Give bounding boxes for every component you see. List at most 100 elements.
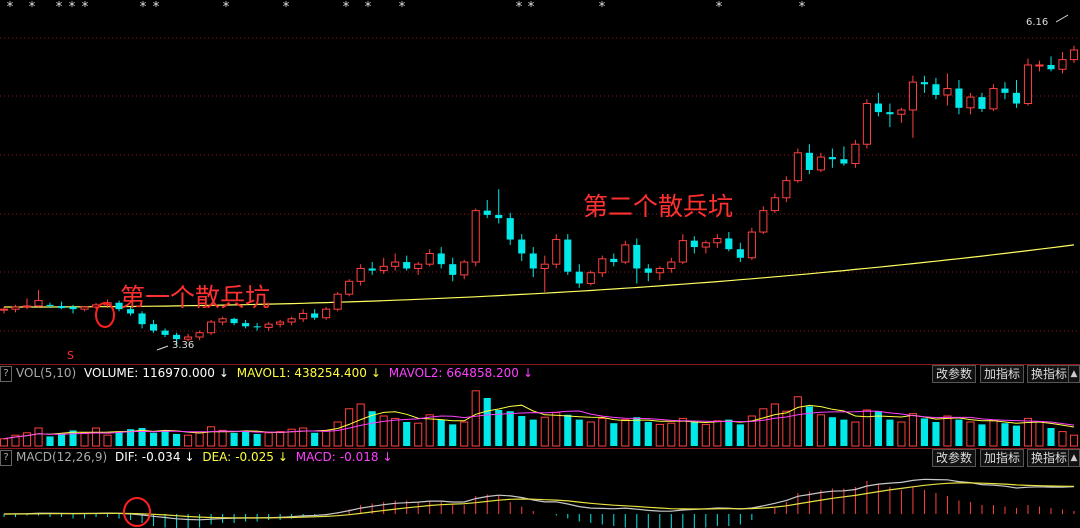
volume-bar xyxy=(218,429,227,447)
candle-body xyxy=(403,262,411,269)
high-price-label: 6.16 xyxy=(1026,17,1049,28)
macd-scroll-arrow-icon[interactable]: ▲ xyxy=(1068,449,1080,467)
candle-body xyxy=(713,237,722,244)
candle-body xyxy=(667,261,676,269)
volume-bar xyxy=(506,411,514,446)
candle-body xyxy=(770,197,779,212)
volume-bar xyxy=(1035,421,1044,447)
volume-bar xyxy=(529,419,537,446)
volume-bar xyxy=(471,390,480,447)
candle-body xyxy=(449,264,457,275)
candle-body xyxy=(759,210,768,233)
candle-body xyxy=(287,318,296,323)
candle-body xyxy=(564,239,572,272)
candle-body xyxy=(1047,64,1055,70)
macd-indicator-name[interactable]: MACD(12,26,9) xyxy=(16,450,107,464)
event-star-marker: * xyxy=(716,0,723,15)
volume-bar xyxy=(322,429,331,447)
candle-body xyxy=(184,336,193,340)
volume-bar xyxy=(103,434,112,447)
vol-switch-indicator-button[interactable]: 换指标 xyxy=(1027,365,1072,383)
volume-bar xyxy=(621,419,630,447)
annotation-second-pit: 第二个散兵坑 xyxy=(583,192,734,221)
candle-body xyxy=(11,306,20,310)
help-icon[interactable]: ? xyxy=(0,449,12,466)
event-star-marker: * xyxy=(69,0,76,15)
high-arrow-icon xyxy=(1055,14,1069,23)
candle-body xyxy=(1023,64,1033,105)
candle-body xyxy=(840,159,848,164)
candle-body xyxy=(920,82,928,85)
vol-edit-params-button[interactable]: 改参数 xyxy=(932,365,977,383)
volume-bar xyxy=(173,434,181,446)
vol-indicator-name[interactable]: VOL(5,10) xyxy=(16,366,76,380)
candle-body xyxy=(80,306,89,310)
mavol1-down-icon: ↓ xyxy=(370,366,381,380)
event-star-marker: * xyxy=(153,0,160,15)
macd-value: -0.018 xyxy=(339,450,379,464)
candle-body xyxy=(218,318,227,323)
volume-bar xyxy=(483,398,491,446)
candle-body xyxy=(633,244,641,269)
volume-bar xyxy=(91,427,101,447)
macd-switch-indicator-button[interactable]: 换指标 xyxy=(1027,449,1072,467)
volume-value: 116970.000 xyxy=(142,366,215,380)
event-star-marker: * xyxy=(343,0,350,15)
volume-bar xyxy=(80,432,89,447)
volume-bar xyxy=(725,419,733,446)
macd-add-indicator-button[interactable]: 加指标 xyxy=(980,449,1025,467)
macd-pane[interactable]: ? MACD(12,26,9) DIF: -0.034 ↓ DEA: -0.025 ↓ M… xyxy=(0,448,1080,528)
event-star-marker: * xyxy=(283,0,290,15)
candle-body xyxy=(299,312,308,320)
vol-add-indicator-button[interactable]: 加指标 xyxy=(980,365,1025,383)
volume-pane[interactable]: ? VOL(5,10) VOLUME: 116970.000 ↓ MAVOL1: 438… xyxy=(0,364,1080,448)
candle-body xyxy=(816,156,825,171)
volume-bar xyxy=(886,419,894,446)
volume-bar xyxy=(311,432,319,446)
candle-body xyxy=(322,308,331,319)
event-star-marker: * xyxy=(599,0,606,15)
volume-bar xyxy=(655,423,664,447)
volume-bar xyxy=(276,431,285,447)
signal-s-marker: S xyxy=(67,349,74,362)
candle-body xyxy=(621,244,630,263)
candle-body xyxy=(610,258,618,263)
volume-bar xyxy=(184,434,193,447)
candle-body xyxy=(138,313,146,325)
volume-bar xyxy=(414,422,423,447)
candle-body xyxy=(414,263,423,269)
candle-body xyxy=(34,300,43,307)
candle-body xyxy=(483,210,491,215)
candle-body xyxy=(701,242,710,248)
volume-bar xyxy=(230,432,238,446)
candle-body xyxy=(207,321,216,334)
volume-bar xyxy=(678,417,687,447)
volume-bar xyxy=(770,403,779,447)
low-arrow-icon xyxy=(156,345,169,351)
event-star-marker: * xyxy=(7,0,14,15)
volume-bar xyxy=(908,413,917,447)
help-icon[interactable]: ? xyxy=(0,365,12,382)
vol-scroll-arrow-icon[interactable]: ▲ xyxy=(1068,365,1080,383)
candle-body xyxy=(552,239,561,265)
volume-bar xyxy=(955,419,963,446)
volume-bar xyxy=(195,432,204,447)
candle-body xyxy=(437,253,445,265)
candle-body xyxy=(540,263,549,269)
candle-body xyxy=(1058,59,1067,70)
volume-bar xyxy=(920,418,928,446)
volume-down-icon: ↓ xyxy=(218,366,229,380)
volume-bar xyxy=(932,422,940,446)
candle-body xyxy=(264,323,273,328)
volume-bar xyxy=(862,409,871,447)
low-price-label: 3.36 xyxy=(172,340,195,351)
price-chart-pane[interactable]: * * * * * * * * * * * * * * * * * 第一个散兵坑 第二个散兵坑 6.16 3.3… xyxy=(0,0,1080,364)
macd-edit-params-button[interactable]: 改参数 xyxy=(932,449,977,467)
volume-bar xyxy=(34,427,43,447)
event-star-marker: * xyxy=(56,0,63,15)
candle-body xyxy=(253,326,261,328)
candle-body xyxy=(230,318,238,324)
candle-body xyxy=(356,267,365,282)
candle-body xyxy=(311,313,319,318)
volume-bar xyxy=(701,423,710,447)
